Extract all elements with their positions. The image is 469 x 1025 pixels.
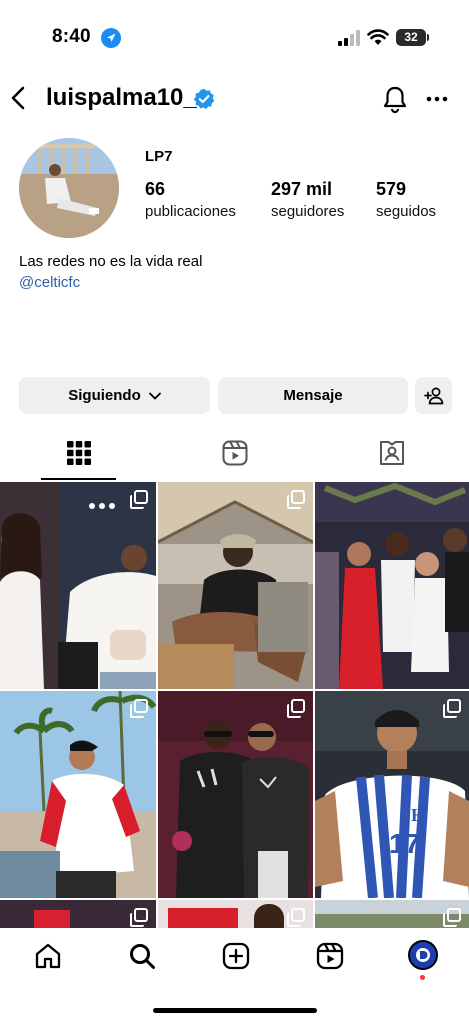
message-button[interactable]: Mensaje — [218, 377, 408, 414]
profile-mention-link[interactable]: @celticfc — [19, 274, 80, 291]
posts-count: 66 — [145, 179, 166, 199]
notification-dot — [420, 975, 425, 980]
reels-tab-icon[interactable] — [222, 440, 248, 466]
active-tab-indicator — [41, 478, 116, 480]
search-icon[interactable] — [128, 942, 156, 970]
multiple-photos-icon — [130, 908, 148, 927]
create-post-icon[interactable] — [222, 942, 250, 970]
cellular-signal-icon — [338, 30, 360, 46]
post-tile[interactable] — [0, 900, 156, 928]
multiple-photos-icon — [130, 490, 148, 509]
followers-label[interactable]: seguidores — [271, 203, 344, 220]
post-tile[interactable] — [158, 482, 313, 689]
following-button[interactable]: Siguiendo — [19, 377, 210, 414]
multiple-photos-icon — [130, 699, 148, 718]
verified-badge-icon — [193, 88, 215, 109]
post-tile[interactable] — [158, 691, 313, 898]
post-tile[interactable] — [315, 482, 469, 689]
profile-username: luispalma10_ — [46, 84, 197, 111]
message-button-label: Mensaje — [283, 387, 343, 404]
multiple-photos-icon — [443, 908, 461, 927]
posts-label: publicaciones — [145, 203, 236, 220]
suggest-users-button[interactable] — [415, 377, 452, 414]
wifi-icon — [367, 29, 389, 45]
post-tile[interactable] — [0, 691, 156, 898]
more-options-icon[interactable] — [426, 96, 448, 102]
jersey-crest: H — [411, 805, 425, 825]
notifications-bell-icon[interactable] — [382, 85, 408, 113]
location-icon — [101, 28, 121, 48]
post-tile[interactable] — [158, 900, 313, 928]
status-time: 8:40 — [52, 26, 91, 47]
battery-tip — [427, 34, 429, 41]
profile-tab-avatar[interactable] — [408, 940, 438, 970]
reels-icon[interactable] — [316, 942, 344, 970]
post-tile[interactable] — [0, 482, 156, 689]
add-person-icon — [423, 387, 443, 404]
following-count[interactable]: 579 — [376, 179, 406, 200]
tagged-tab-icon[interactable] — [379, 440, 405, 466]
chevron-down-icon — [148, 392, 161, 399]
following-label[interactable]: seguidos — [376, 203, 436, 220]
home-icon[interactable] — [34, 942, 62, 970]
grid-icon[interactable] — [66, 440, 92, 466]
profile-avatar[interactable] — [19, 138, 119, 238]
back-arrow-icon[interactable] — [8, 85, 30, 111]
multiple-photos-icon — [287, 490, 305, 509]
following-button-label: Siguiendo — [68, 387, 141, 404]
battery-indicator: 32 — [396, 29, 426, 46]
profile-bio: Las redes no es la vida real — [19, 253, 203, 270]
profile-full-name: LP7 — [145, 148, 173, 165]
post-tile[interactable] — [315, 900, 469, 928]
multiple-photos-icon — [287, 699, 305, 718]
jersey-number: 17 — [389, 828, 420, 859]
multiple-photos-icon — [443, 699, 461, 718]
post-tile[interactable]: 17 H — [315, 691, 469, 898]
multiple-photos-icon — [287, 908, 305, 927]
followers-count[interactable]: 297 mil — [271, 179, 332, 200]
home-indicator — [153, 1008, 317, 1013]
